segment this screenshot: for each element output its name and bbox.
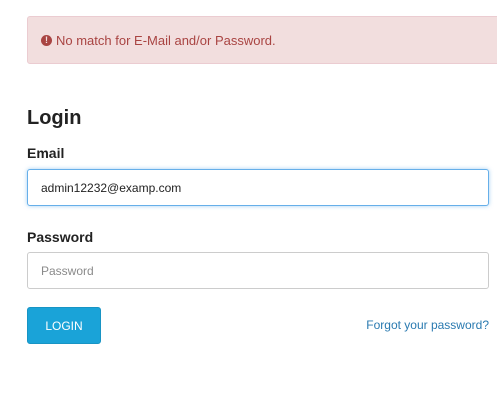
password-label: Password [27,229,94,245]
error-alert: ! No match for E-Mail and/or Password. [27,16,497,64]
email-label: Email [27,145,65,161]
error-message: No match for E-Mail and/or Password. [56,32,276,48]
login-title: Login [27,107,82,129]
password-input[interactable] [27,252,489,289]
email-input[interactable] [27,169,489,206]
login-button[interactable]: LOGIN [27,307,101,344]
forgot-password-link[interactable]: Forgot your password? [366,318,489,332]
exclamation-circle-icon: ! [41,34,52,46]
